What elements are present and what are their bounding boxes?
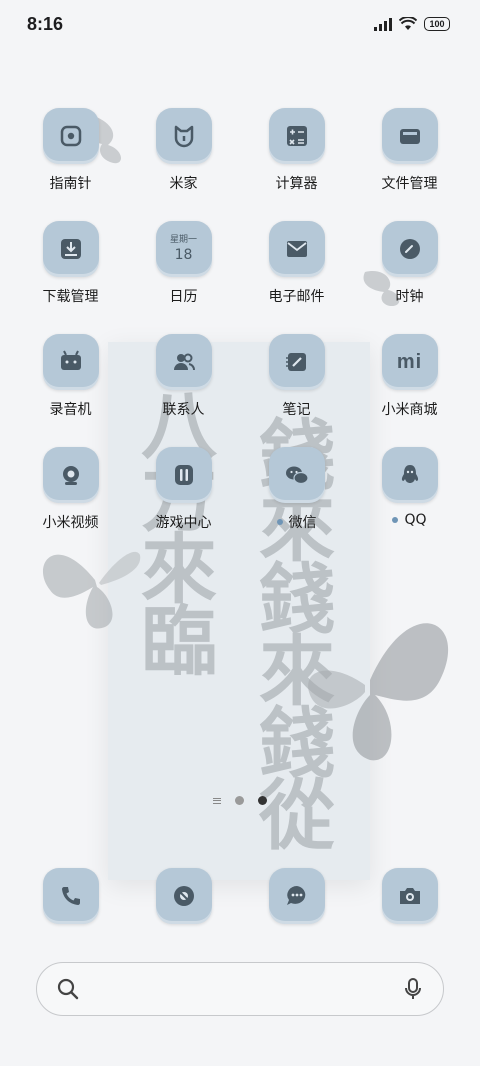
status-bar: 8:16 100 [0, 0, 480, 48]
app-wechat[interactable]: 微信 [240, 447, 353, 560]
dock-messages[interactable] [240, 868, 353, 924]
microphone-icon[interactable] [403, 977, 423, 1001]
mijia-icon [155, 108, 212, 164]
app-mijia[interactable]: 米家 [127, 108, 240, 221]
notification-dot [392, 517, 399, 523]
search-icon [57, 978, 79, 1000]
app-clock[interactable]: 时钟 [353, 221, 466, 334]
app-label: 日历 [169, 289, 198, 305]
contacts-icon [155, 334, 212, 390]
qq-icon [381, 447, 438, 503]
app-label: 小米商城 [381, 402, 438, 418]
notes-icon [268, 334, 325, 390]
dock-browser[interactable] [127, 868, 240, 924]
signal-icon [374, 17, 392, 31]
calendar-icon: 星期一 18 [155, 221, 212, 277]
calendar-day: 18 [174, 246, 193, 263]
app-label: QQ [392, 512, 427, 528]
app-label: 米家 [169, 176, 198, 192]
app-label: 联系人 [162, 402, 205, 418]
app-notes[interactable]: 笔记 [240, 334, 353, 447]
folder-icon [381, 108, 438, 164]
wifi-icon [399, 17, 417, 30]
page-dot-2-active [258, 796, 267, 805]
status-time: 8:16 [27, 13, 64, 34]
page-dot-1 [235, 796, 244, 805]
search-input[interactable] [91, 980, 391, 998]
app-label: 文件管理 [381, 176, 438, 192]
calendar-weekday: 星期一 [169, 234, 197, 245]
camera-icon [381, 868, 438, 924]
app-label: 计算器 [275, 176, 318, 192]
page-indicator[interactable] [0, 796, 480, 805]
mi-logo: mi [396, 350, 423, 373]
app-compass[interactable]: 指南针 [14, 108, 127, 221]
app-label: 小米视频 [42, 515, 99, 531]
app-label: 时钟 [395, 289, 424, 305]
app-label: 游戏中心 [155, 515, 212, 531]
app-label: 录音机 [49, 402, 92, 418]
status-icons: 100 [374, 17, 450, 31]
dock-camera[interactable] [353, 868, 466, 924]
mi-store-icon: mi [381, 334, 438, 390]
app-email[interactable]: 电子邮件 [240, 221, 353, 334]
butterfly-decoration-large [308, 623, 449, 761]
app-label: 下载管理 [42, 289, 99, 305]
app-label: 微信 [276, 512, 317, 532]
battery-indicator: 100 [424, 17, 450, 31]
app-calendar[interactable]: 星期一 18 日历 [127, 221, 240, 334]
recorder-icon [42, 334, 99, 390]
messages-icon [268, 868, 325, 924]
app-qq[interactable]: QQ [353, 447, 466, 560]
calculator-icon [268, 108, 325, 164]
app-label: 笔记 [282, 402, 311, 418]
dock [14, 868, 466, 924]
app-mi-video[interactable]: 小米视频 [14, 447, 127, 560]
notification-dot [276, 519, 283, 525]
app-downloads[interactable]: 下载管理 [14, 221, 127, 334]
app-recorder[interactable]: 录音机 [14, 334, 127, 447]
search-bar[interactable] [36, 962, 444, 1016]
app-game-center[interactable]: 游戏中心 [127, 447, 240, 560]
browser-icon [155, 868, 212, 924]
app-calculator[interactable]: 计算器 [240, 108, 353, 221]
download-icon [42, 221, 99, 277]
feed-page-indicator [213, 797, 221, 804]
game-center-icon [155, 447, 212, 503]
video-icon [42, 447, 99, 503]
compass-icon [42, 108, 99, 164]
clock-icon [381, 221, 438, 277]
phone-icon [42, 868, 99, 924]
app-label: 电子邮件 [268, 289, 325, 305]
app-grid: 指南针 米家 计算器 文件管理 下载管理 星期一 18 日历 电子邮件 时钟 录… [14, 108, 466, 560]
app-label: 指南针 [49, 176, 92, 192]
wechat-icon [268, 447, 325, 503]
app-mi-store[interactable]: mi 小米商城 [353, 334, 466, 447]
app-file-manager[interactable]: 文件管理 [353, 108, 466, 221]
dock-phone[interactable] [14, 868, 127, 924]
mail-icon [268, 221, 325, 277]
app-contacts[interactable]: 联系人 [127, 334, 240, 447]
